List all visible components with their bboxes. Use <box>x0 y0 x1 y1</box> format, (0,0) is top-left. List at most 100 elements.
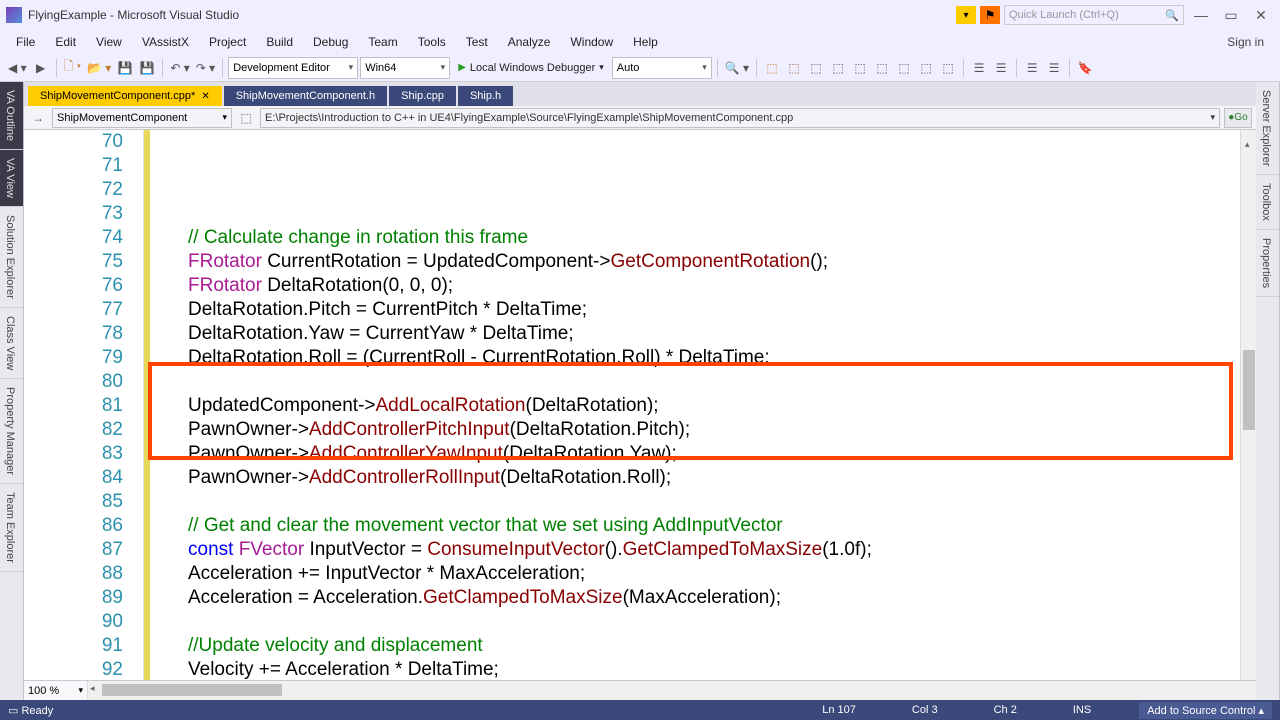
code-line[interactable]: // Calculate change in rotation this fra… <box>150 226 1240 250</box>
horizontal-scrollbar[interactable]: ◂ <box>88 681 1256 700</box>
code-line[interactable] <box>150 370 1240 394</box>
vassist-icon-5[interactable]: ⬚ <box>850 57 870 79</box>
line-number: 81 <box>24 394 135 418</box>
solution-config-combo[interactable]: Development Editor <box>228 57 358 79</box>
title-bar: FlyingExample - Microsoft Visual Studio … <box>0 0 1280 30</box>
doc-tab[interactable]: ShipMovementComponent.cpp*✕ <box>28 86 222 106</box>
side-tab-server-explorer[interactable]: Server Explorer <box>1256 82 1279 175</box>
code-line[interactable]: FRotator DeltaRotation(0, 0, 0); <box>150 274 1240 298</box>
indent-icon[interactable]: ☰ <box>969 57 989 79</box>
code-line[interactable]: PawnOwner->AddControllerYawInput(DeltaRo… <box>150 442 1240 466</box>
code-line[interactable]: PawnOwner->AddControllerPitchInput(Delta… <box>150 418 1240 442</box>
line-number: 73 <box>24 202 135 226</box>
doc-tab[interactable]: Ship.cpp <box>389 86 456 106</box>
menu-view[interactable]: View <box>86 32 132 52</box>
menu-window[interactable]: Window <box>560 32 623 52</box>
menu-build[interactable]: Build <box>256 32 303 52</box>
find-icon[interactable]: 🔍 ▾ <box>723 57 751 79</box>
code-editor[interactable]: 7071727374757677787980818283848586878889… <box>24 130 1256 680</box>
code-line[interactable]: Acceleration = Acceleration.GetClampedTo… <box>150 586 1240 610</box>
doc-tab[interactable]: Ship.h <box>458 86 513 106</box>
scope-combo[interactable]: ShipMovementComponent▾ <box>52 108 232 128</box>
notification-icon[interactable]: ▾ <box>956 6 976 24</box>
code-line[interactable] <box>150 490 1240 514</box>
feedback-icon[interactable]: ⚑ <box>980 6 1000 24</box>
nav-back-icon[interactable]: ◀ ▾ <box>6 57 29 79</box>
redo-icon[interactable]: ↷ ▾ <box>194 57 217 79</box>
outdent-icon[interactable]: ☰ <box>991 57 1011 79</box>
vassist-icon-2[interactable]: ⬚ <box>784 57 804 79</box>
code-line[interactable] <box>150 610 1240 634</box>
code-line[interactable]: UpdatedComponent->AddLocalRotation(Delta… <box>150 394 1240 418</box>
menu-test[interactable]: Test <box>456 32 498 52</box>
main-layout: VA OutlineVA ViewSolution ExplorerClass … <box>0 82 1280 700</box>
code-line[interactable]: //Update velocity and displacement <box>150 634 1240 658</box>
line-number: 88 <box>24 562 135 586</box>
line-number: 79 <box>24 346 135 370</box>
code-line[interactable]: Velocity += Acceleration * DeltaTime; <box>150 658 1240 680</box>
code-line[interactable]: DeltaRotation.Yaw = CurrentYaw * DeltaTi… <box>150 322 1240 346</box>
side-tab-property-manager[interactable]: Property Manager <box>0 379 23 484</box>
vassist-icon-3[interactable]: ⬚ <box>806 57 826 79</box>
nav-fwd-icon[interactable]: ▶ <box>31 57 51 79</box>
side-tab-solution-explorer[interactable]: Solution Explorer <box>0 207 23 308</box>
code-line[interactable]: DeltaRotation.Pitch = CurrentPitch * Del… <box>150 298 1240 322</box>
code-line[interactable] <box>150 202 1240 226</box>
vassist-icon-4[interactable]: ⬚ <box>828 57 848 79</box>
doc-tab[interactable]: ShipMovementComponent.h <box>224 86 387 106</box>
menu-team[interactable]: Team <box>358 32 407 52</box>
undo-icon[interactable]: ↶ ▾ <box>168 57 191 79</box>
scroll-thumb[interactable] <box>1243 350 1255 430</box>
vertical-scrollbar[interactable]: ▴ <box>1240 130 1256 680</box>
code-text[interactable]: // Calculate change in rotation this fra… <box>150 130 1240 680</box>
comment-icon[interactable]: ☰ <box>1022 57 1042 79</box>
vassist-icon-7[interactable]: ⬚ <box>894 57 914 79</box>
menu-vassistx[interactable]: VAssistX <box>132 32 199 52</box>
code-line[interactable]: const FVector InputVector = ConsumeInput… <box>150 538 1240 562</box>
menu-edit[interactable]: Edit <box>45 32 86 52</box>
uncomment-icon[interactable]: ☰ <box>1044 57 1064 79</box>
menu-file[interactable]: File <box>6 32 45 52</box>
side-tab-va-view[interactable]: VA View <box>0 150 23 207</box>
go-button[interactable]: ● Go <box>1224 108 1252 128</box>
save-icon[interactable]: 💾 <box>115 57 135 79</box>
menu-project[interactable]: Project <box>199 32 256 52</box>
new-project-icon[interactable]: 🗋 ▾ <box>62 57 83 79</box>
side-tab-team-explorer[interactable]: Team Explorer <box>0 484 23 572</box>
vassist-icon-8[interactable]: ⬚ <box>916 57 936 79</box>
platform-combo[interactable]: Win64 <box>360 57 450 79</box>
code-line[interactable]: // Get and clear the movement vector tha… <box>150 514 1240 538</box>
close-button[interactable]: ✕ <box>1248 5 1274 25</box>
menu-tools[interactable]: Tools <box>408 32 456 52</box>
menu-analyze[interactable]: Analyze <box>498 32 561 52</box>
vassist-icon-6[interactable]: ⬚ <box>872 57 892 79</box>
side-tab-va-outline[interactable]: VA Outline <box>0 82 23 150</box>
start-debug-button[interactable]: ▶Local Windows Debugger▾ <box>452 57 610 79</box>
source-control-button[interactable]: Add to Source Control ▴ <box>1139 702 1272 719</box>
code-line[interactable]: FRotator CurrentRotation = UpdatedCompon… <box>150 250 1240 274</box>
minimize-button[interactable]: — <box>1188 5 1214 25</box>
open-icon[interactable]: 📂 ▾ <box>85 57 113 79</box>
code-line[interactable]: DeltaRotation.Roll = (CurrentRoll - Curr… <box>150 346 1240 370</box>
menu-debug[interactable]: Debug <box>303 32 358 52</box>
side-tab-toolbox[interactable]: Toolbox <box>1256 175 1279 230</box>
sign-in-link[interactable]: Sign in <box>1227 35 1274 49</box>
menu-help[interactable]: Help <box>623 32 668 52</box>
side-tab-properties[interactable]: Properties <box>1256 230 1279 297</box>
close-tab-icon[interactable]: ✕ <box>201 91 209 102</box>
code-line[interactable]: PawnOwner->AddControllerRollInput(DeltaR… <box>150 466 1240 490</box>
file-path-box[interactable]: E:\Projects\Introduction to C++ in UE4\F… <box>260 108 1220 128</box>
vassist-icon[interactable]: ⬚ <box>762 57 782 79</box>
navigation-bar: → ShipMovementComponent▾ ⬚ E:\Projects\I… <box>24 106 1256 130</box>
side-tab-class-view[interactable]: Class View <box>0 308 23 379</box>
member-icon[interactable]: ⬚ <box>236 107 256 129</box>
auto-combo[interactable]: Auto <box>612 57 712 79</box>
save-all-icon[interactable]: 💾 <box>137 57 157 79</box>
nav-scope-icon[interactable]: → <box>28 107 48 129</box>
code-line[interactable]: Acceleration += InputVector * MaxAcceler… <box>150 562 1240 586</box>
zoom-combo[interactable]: 100 %▾ <box>24 681 88 700</box>
bookmark-icon[interactable]: 🔖 <box>1075 57 1095 79</box>
vassist-icon-9[interactable]: ⬚ <box>938 57 958 79</box>
quick-launch-input[interactable]: Quick Launch (Ctrl+Q)🔍 <box>1004 5 1184 25</box>
maximize-button[interactable]: ▭ <box>1218 5 1244 25</box>
